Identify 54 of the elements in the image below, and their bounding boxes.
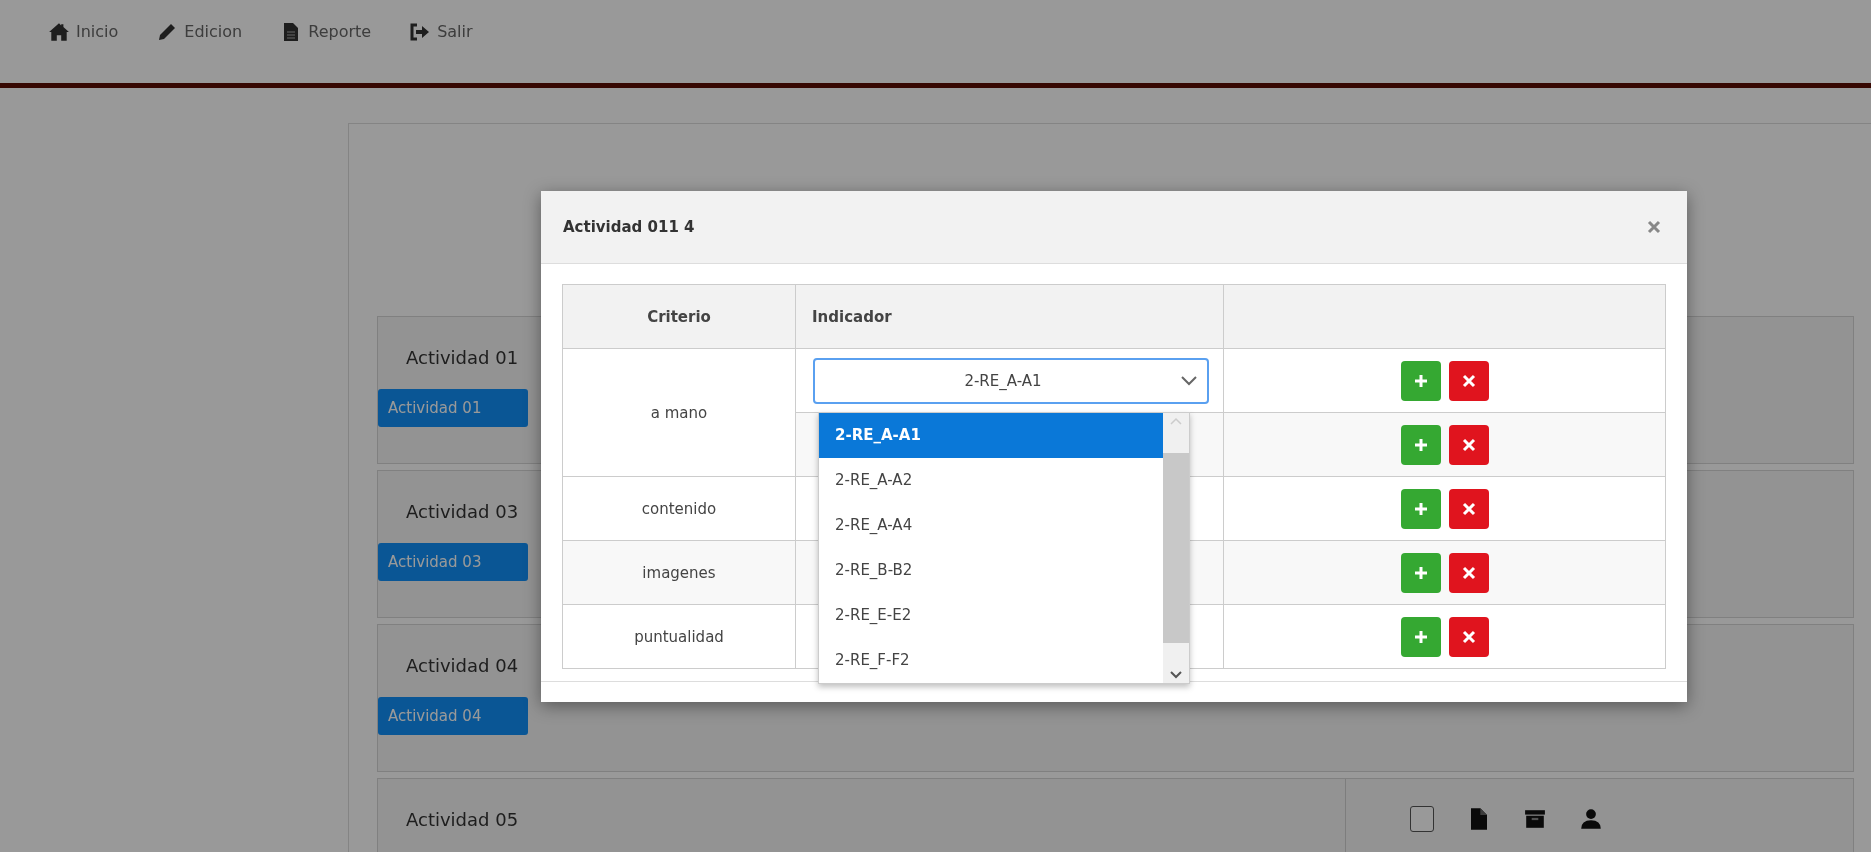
column-header: Criterio (647, 307, 711, 326)
nav-link[interactable]: Edicion (156, 21, 243, 42)
plus-icon (1413, 437, 1428, 452)
close-icon (1461, 629, 1476, 644)
add-button[interactable] (1400, 360, 1441, 401)
dropdown-option[interactable]: 2-RE_A-A1 (819, 412, 1163, 458)
nav-link[interactable]: Inicio (48, 21, 119, 42)
criterion-text: imagenes (642, 563, 716, 582)
house-icon (48, 21, 70, 42)
remove-button[interactable] (1448, 616, 1489, 657)
plus-icon (1413, 373, 1428, 388)
indicator-select[interactable]: 2-RE_A-A1 (813, 357, 1209, 404)
chevron-down-icon (1181, 375, 1197, 386)
scroll-down-icon[interactable] (1170, 670, 1182, 679)
dropdown-option[interactable]: 2-RE_F-F2 (819, 637, 1163, 683)
document-icon[interactable] (1468, 807, 1490, 831)
close-icon (1461, 437, 1476, 452)
dropdown-option[interactable]: 2-RE_E-E2 (819, 592, 1163, 638)
criterion-text: a mano (650, 403, 708, 422)
dropdown-option[interactable]: 2-RE_A-A4 (819, 502, 1163, 548)
plus-icon (1413, 565, 1428, 580)
user-icon[interactable] (1580, 807, 1602, 831)
remove-button[interactable] (1448, 360, 1489, 401)
activity-button[interactable]: Actividad 03 (378, 543, 528, 581)
remove-button[interactable] (1448, 488, 1489, 529)
nav-link[interactable]: Reporte (280, 21, 372, 42)
plus-icon (1413, 501, 1428, 516)
close-icon (1461, 373, 1476, 388)
close-icon (1461, 565, 1476, 580)
close-button[interactable] (1647, 220, 1661, 234)
activity-label: Actividad 05 (405, 808, 519, 832)
add-button[interactable] (1400, 488, 1441, 529)
column-header: Indicador (812, 307, 892, 326)
criterion-text: puntualidad (634, 627, 724, 646)
plus-icon (1413, 629, 1428, 644)
activity-label: Actividad 01 (405, 346, 519, 370)
activity-button[interactable]: Actividad 01 (378, 389, 528, 427)
archive-box-icon[interactable] (1524, 807, 1546, 831)
nav-link[interactable]: Salir (409, 21, 473, 42)
activity-label: Actividad 03 (405, 500, 519, 524)
add-button[interactable] (1400, 424, 1441, 465)
dropdown-option[interactable]: 2-RE_A-A2 (819, 457, 1163, 503)
modal-title: Actividad 011 4 (563, 218, 695, 236)
activity-label: Actividad 04 (405, 654, 519, 678)
activity-button[interactable]: Actividad 04 (378, 697, 528, 735)
add-button[interactable] (1400, 552, 1441, 593)
remove-button[interactable] (1448, 552, 1489, 593)
scrollbar-thumb[interactable] (1163, 452, 1189, 643)
checkbox[interactable] (1410, 806, 1434, 832)
close-icon (1461, 501, 1476, 516)
add-button[interactable] (1400, 616, 1441, 657)
remove-button[interactable] (1448, 424, 1489, 465)
criterion-text: contenido (641, 499, 717, 518)
close-icon (1647, 220, 1661, 234)
